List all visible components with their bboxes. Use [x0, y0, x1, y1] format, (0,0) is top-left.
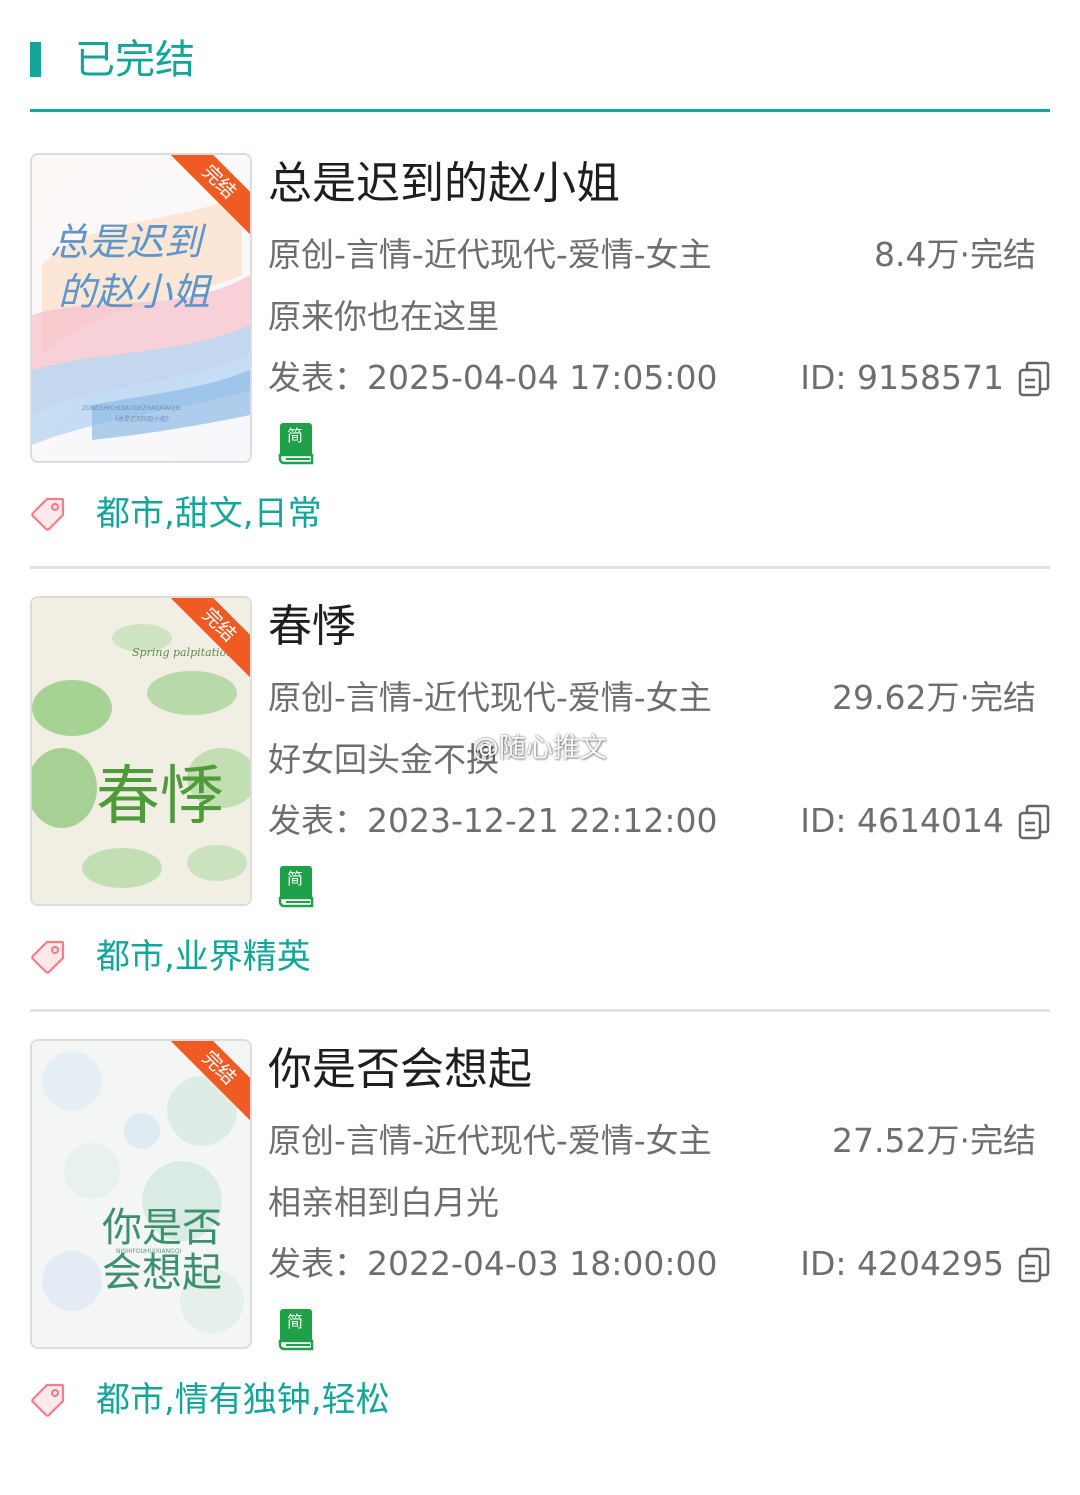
cover-pinyin: ZONGSHICHIDAODEZHAOXIAOJIE [82, 405, 181, 412]
cover-caption: 《总是迟到的赵小姐》 [112, 415, 172, 423]
book-id: ID: 4614014 [800, 801, 1004, 840]
book-simplified-icon: 简 [278, 1307, 316, 1351]
section-header: 已完结 [30, 0, 1050, 112]
copy-icon[interactable] [1018, 1247, 1050, 1283]
section-title: 已完结 [75, 37, 195, 83]
cover-english: Spring palpitation [132, 646, 233, 659]
book-stats: 8.4万·完结 [874, 235, 1036, 274]
cover-calligraphy: 会想起 [102, 1250, 222, 1296]
book-category: 原创-言情-近代现代-爱情-女主 [268, 678, 712, 717]
book-stats: 29.62万·完结 [832, 678, 1036, 717]
book-published: 发表：2025-04-04 17:05:00 [268, 358, 718, 397]
cover-calligraphy: 你是否 [102, 1205, 222, 1251]
cover-calligraphy: 的赵小姐 [58, 270, 213, 314]
tag-icon [31, 940, 65, 974]
book-cover[interactable]: 你是否 会想起 NISHIFOUHUIXIANGQI 完结 [30, 1039, 252, 1349]
section-accent-bar [30, 42, 41, 77]
copy-icon[interactable] [1018, 804, 1050, 840]
simplified-label: 简 [286, 1312, 303, 1331]
copy-icon[interactable] [1018, 361, 1050, 397]
watermark: @随心推文 [472, 733, 607, 764]
cover-calligraphy: 总是迟到 [50, 220, 207, 264]
simplified-label: 简 [286, 869, 303, 888]
tag-icon [31, 497, 65, 531]
book-cover[interactable]: Spring palpitation 春悸 完结 [30, 596, 252, 906]
book-published: 发表：2023-12-21 22:12:00 [268, 801, 718, 840]
book-card[interactable]: 你是否 会想起 NISHIFOUHUIXIANGQI 完结 你是否会想起 原创-… [0, 998, 1080, 1441]
book-card[interactable]: Spring palpitation 春悸 完结 春悸 原创-言情-近代现代-爱… [0, 555, 1080, 1012]
book-simplified-icon: 简 [278, 864, 316, 908]
book-simplified-icon: 简 [278, 421, 316, 465]
book-id: ID: 4204295 [800, 1244, 1004, 1283]
book-cover[interactable]: 总是迟到 的赵小姐 ZONGSHICHIDAODEZHAOXIAOJIE 《总是… [30, 153, 252, 463]
book-intro: 原来你也在这里 [268, 297, 499, 336]
tag-icon [31, 1383, 65, 1417]
cover-calligraphy: 春悸 [96, 760, 224, 834]
book-tags[interactable]: 都市,业界精英 [96, 935, 311, 979]
book-title[interactable]: 总是迟到的赵小姐 [268, 156, 620, 212]
simplified-label: 简 [286, 426, 303, 445]
book-stats: 27.52万·完结 [832, 1121, 1036, 1160]
book-published: 发表：2022-04-03 18:00:00 [268, 1244, 718, 1283]
book-tags[interactable]: 都市,甜文,日常 [96, 492, 322, 536]
book-intro: 好女回头金不换 [268, 740, 499, 779]
book-category: 原创-言情-近代现代-爱情-女主 [268, 1121, 712, 1160]
book-category: 原创-言情-近代现代-爱情-女主 [268, 235, 712, 274]
book-card[interactable]: 总是迟到 的赵小姐 ZONGSHICHIDAODEZHAOXIAOJIE 《总是… [0, 112, 1080, 569]
book-title[interactable]: 你是否会想起 [268, 1042, 532, 1098]
book-title[interactable]: 春悸 [268, 599, 356, 655]
book-intro: 相亲相到白月光 [268, 1183, 499, 1222]
book-tags[interactable]: 都市,情有独钟,轻松 [96, 1378, 390, 1422]
book-id: ID: 9158571 [800, 358, 1004, 397]
cover-pinyin: NISHIFOUHUIXIANGQI [116, 1248, 181, 1255]
